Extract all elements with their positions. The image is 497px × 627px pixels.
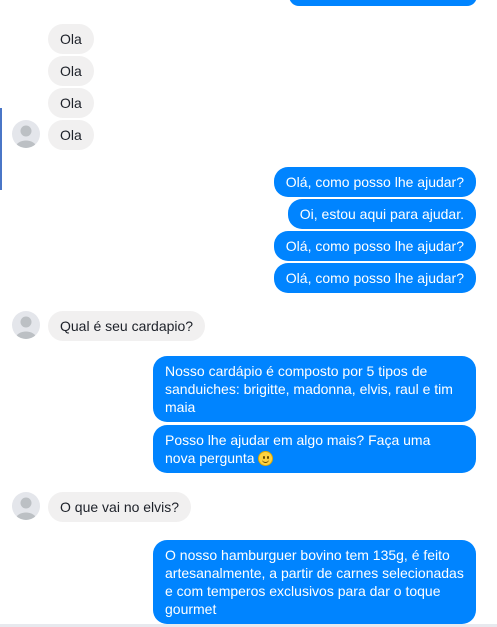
outgoing-message-partial [289, 0, 477, 6]
user-avatar-icon [12, 311, 40, 339]
incoming-message: Ola [48, 88, 94, 118]
incoming-message: Ola [48, 56, 94, 86]
outgoing-message: Olá, como posso lhe ajudar? [273, 263, 476, 293]
outgoing-message: Olá, como posso lhe ajudar? [273, 231, 476, 261]
outgoing-message: Oi, estou aqui para ajudar. [287, 199, 476, 229]
incoming-message: Ola [48, 120, 94, 150]
outgoing-message: Posso lhe ajudar em algo mais? Faça uma … [153, 425, 476, 473]
outgoing-message: O nosso hamburguer bovino tem 135g, é fe… [153, 540, 476, 624]
user-avatar-icon [12, 492, 40, 520]
incoming-message: O que vai no elvis? [48, 492, 192, 522]
incoming-message: Ola [48, 24, 94, 54]
incoming-message: Qual é seu cardapio? [48, 311, 206, 341]
outgoing-message: Olá, como posso lhe ajudar? [273, 167, 476, 197]
focus-indicator [0, 108, 2, 190]
outgoing-message-text: Posso lhe ajudar em algo mais? Faça uma … [165, 432, 431, 466]
chat-thread: Ola Ola Ola Ola Olá, como posso lhe ajud… [0, 0, 497, 627]
user-avatar-icon [12, 120, 40, 148]
smiley-emoji-icon [258, 451, 274, 466]
outgoing-message: Nosso cardápio é composto por 5 tipos de… [153, 356, 476, 422]
